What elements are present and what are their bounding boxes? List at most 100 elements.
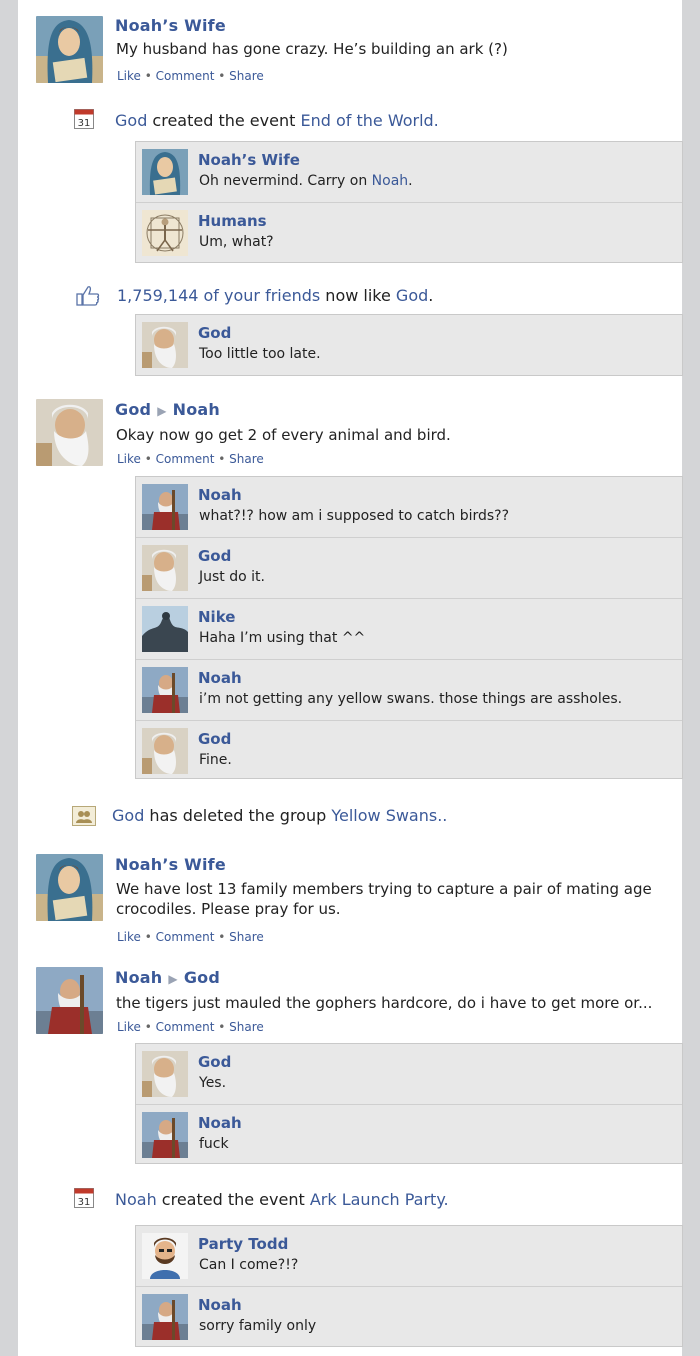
- comment-row: Nike Haha I’m using that ^^: [136, 599, 682, 660]
- comment-row: God Too little too late.: [136, 315, 682, 375]
- separator: •: [140, 69, 156, 83]
- separator: •: [140, 1020, 156, 1034]
- post-header: God ▶ Noah: [115, 400, 220, 419]
- triangle-right-icon: ▶: [157, 404, 167, 418]
- event-name[interactable]: Ark Launch Party.: [310, 1190, 449, 1209]
- like-link[interactable]: Like: [117, 69, 141, 83]
- comment-author[interactable]: God: [198, 547, 231, 565]
- post-author[interactable]: Noah’s Wife: [115, 855, 226, 874]
- calendar-day: 31: [78, 118, 91, 129]
- post-author[interactable]: Noah: [115, 968, 162, 987]
- event-verb: created the event: [156, 1190, 310, 1209]
- god-avatar[interactable]: [142, 1051, 188, 1097]
- post-target[interactable]: God: [184, 968, 220, 987]
- news-feed: Noah’s Wife My husband has gone crazy. H…: [18, 0, 683, 1356]
- god-avatar[interactable]: [36, 399, 103, 466]
- event-actor[interactable]: Noah: [115, 1190, 157, 1209]
- comment-author[interactable]: Noah: [198, 669, 242, 687]
- comment-text: i’m not getting any yellow swans. those …: [199, 691, 623, 707]
- comment-row: Noah’s Wife Oh nevermind. Carry on Noah.: [136, 142, 682, 203]
- comment-row: Noah sorry family only: [136, 1287, 682, 1347]
- noahs-wife-avatar[interactable]: [36, 854, 103, 921]
- post-text: the tigers just mauled the gophers hardc…: [116, 994, 653, 1012]
- group-actor[interactable]: God: [112, 806, 144, 825]
- comment-box: God Too little too late.: [135, 314, 683, 376]
- comment-text: Um, what?: [199, 234, 274, 250]
- group-icon: [72, 806, 96, 830]
- like-link[interactable]: Like: [117, 452, 141, 466]
- post-actions: Like • Comment • Share: [117, 69, 264, 83]
- comment-author[interactable]: Noah: [198, 1114, 242, 1132]
- comment-author[interactable]: Noah: [198, 1296, 242, 1314]
- event-name[interactable]: End of the World.: [300, 111, 438, 130]
- group-story: God has deleted the group Yellow Swans..: [112, 806, 447, 825]
- party-todd-avatar[interactable]: [142, 1233, 188, 1279]
- comment-mention-link[interactable]: Noah: [372, 173, 409, 189]
- comment-box: Party Todd Can I come?!? Noah sorry fami…: [135, 1225, 683, 1347]
- humans-avatar[interactable]: [142, 210, 188, 256]
- noah-avatar[interactable]: [142, 1112, 188, 1158]
- post-text-line: We have lost 13 family members trying to…: [116, 880, 652, 898]
- noahs-wife-avatar[interactable]: [36, 16, 103, 83]
- noah-avatar[interactable]: [142, 484, 188, 530]
- noah-avatar[interactable]: [36, 967, 103, 1034]
- like-link[interactable]: Like: [117, 1020, 141, 1034]
- comment-link[interactable]: Comment: [156, 930, 215, 944]
- noah-avatar[interactable]: [142, 667, 188, 713]
- comment-author[interactable]: Party Todd: [198, 1235, 288, 1253]
- separator: •: [140, 930, 156, 944]
- group-name[interactable]: Yellow Swans..: [331, 806, 447, 825]
- comment-text: fuck: [199, 1136, 229, 1152]
- share-link[interactable]: Share: [229, 69, 264, 83]
- comment-text: what?!? how am i supposed to catch birds…: [199, 508, 510, 524]
- event-verb: created the event: [147, 111, 301, 130]
- comment-author[interactable]: Noah: [198, 486, 242, 504]
- post-actions: Like • Comment • Share: [117, 452, 264, 466]
- post-author[interactable]: God: [115, 400, 151, 419]
- noah-avatar[interactable]: [142, 1294, 188, 1340]
- separator: •: [140, 452, 156, 466]
- liked-page-link[interactable]: God: [396, 286, 428, 305]
- comment-link[interactable]: Comment: [156, 452, 215, 466]
- separator: •: [214, 930, 230, 944]
- share-link[interactable]: Share: [229, 1020, 264, 1034]
- comment-box: God Yes. Noah fuck: [135, 1043, 683, 1164]
- comment-author[interactable]: Nike: [198, 608, 235, 626]
- group-verb: has deleted the group: [144, 806, 332, 825]
- share-link[interactable]: Share: [229, 452, 264, 466]
- comment-text: sorry family only: [199, 1318, 317, 1334]
- event-story: God created the event End of the World.: [115, 111, 439, 130]
- comment-row: Noah fuck: [136, 1105, 682, 1165]
- comment-row: Noah i’m not getting any yellow swans. t…: [136, 660, 682, 721]
- comment-author[interactable]: Noah’s Wife: [198, 151, 300, 169]
- post-header: Noah ▶ God: [115, 968, 220, 987]
- share-link[interactable]: Share: [229, 930, 264, 944]
- comment-row: God Yes.: [136, 1044, 682, 1105]
- god-avatar[interactable]: [142, 545, 188, 591]
- post-text: My husband has gone crazy. He’s building…: [116, 40, 508, 58]
- post-author[interactable]: Noah’s Wife: [115, 16, 226, 35]
- comment-text: Fine.: [199, 752, 232, 768]
- comment-text: Haha I’m using that ^^: [199, 630, 366, 646]
- post-target[interactable]: Noah: [173, 400, 220, 419]
- comment-row: Humans Um, what?: [136, 203, 682, 263]
- post-text-line: crocodiles. Please pray for us.: [116, 900, 341, 918]
- god-avatar[interactable]: [142, 322, 188, 368]
- comment-text: Can I come?!?: [199, 1257, 299, 1273]
- event-actor[interactable]: God: [115, 111, 147, 130]
- comment-link[interactable]: Comment: [156, 69, 215, 83]
- comment-link[interactable]: Comment: [156, 1020, 215, 1034]
- noahs-wife-avatar[interactable]: [142, 149, 188, 195]
- separator: •: [214, 69, 230, 83]
- god-avatar[interactable]: [142, 728, 188, 774]
- like-link[interactable]: Like: [117, 930, 141, 944]
- comment-author[interactable]: God: [198, 730, 231, 748]
- nike-avatar[interactable]: [142, 606, 188, 652]
- comment-author[interactable]: God: [198, 324, 231, 342]
- friends-count-link[interactable]: 1,759,144 of your friends: [117, 286, 320, 305]
- comment-author[interactable]: God: [198, 1053, 231, 1071]
- comment-row: God Just do it.: [136, 538, 682, 599]
- like-verb: now like: [320, 286, 396, 305]
- comment-text: Too little too late.: [199, 346, 321, 362]
- comment-author[interactable]: Humans: [198, 212, 267, 230]
